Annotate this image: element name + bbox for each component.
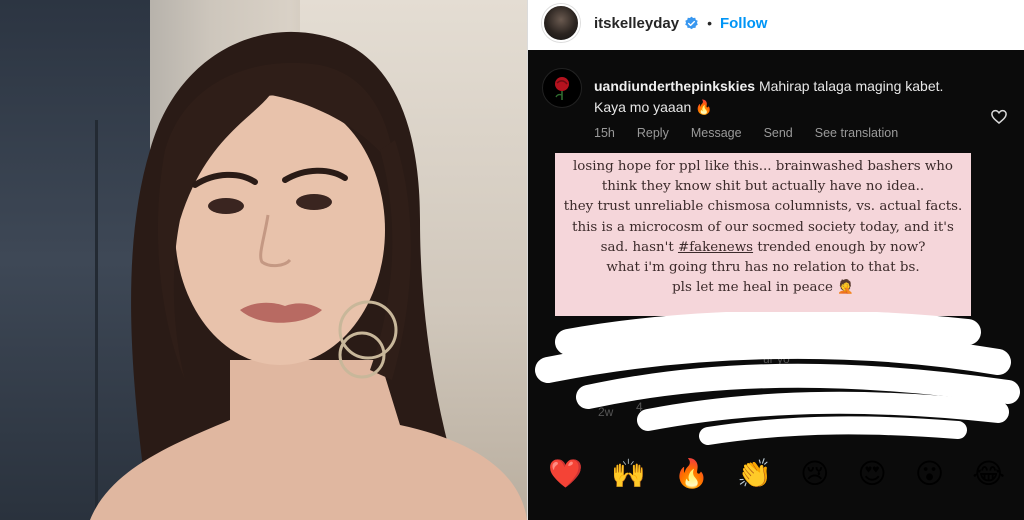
commenter-avatar[interactable] — [542, 68, 582, 108]
comment-meta: 15h Reply Message Send See translation — [594, 126, 898, 140]
caption-line-5: sad. hasn't #fakenews trended enough by … — [561, 238, 965, 258]
profile-username[interactable]: itskelleyday — [594, 15, 679, 32]
reaction-fire[interactable]: 🔥 — [674, 460, 709, 488]
reply-button[interactable]: Reply — [637, 126, 669, 140]
post-header: itskelleyday • Follow — [528, 0, 1024, 46]
verified-badge-icon — [685, 16, 698, 29]
post-panel: itskelleyday • Follow uandiunderthepinks… — [527, 0, 1024, 520]
header-separator: • — [707, 15, 712, 31]
story-screenshot: uandiunderthepinkskies Mahirap talaga ma… — [528, 50, 1024, 520]
commenter-username[interactable]: uandiunderthepinkskies — [594, 78, 755, 94]
caption-line-5a: sad. hasn't — [600, 239, 674, 255]
caption-line-7: pls let me heal in peace 🤦 — [672, 280, 854, 296]
rose-icon — [555, 77, 569, 100]
caption-line-2: think they know shit but actually have n… — [601, 179, 925, 195]
comment-time: 15h — [594, 126, 615, 140]
portrait-illustration — [90, 31, 527, 520]
reaction-clap[interactable]: 👏 — [737, 460, 772, 488]
reaction-heart-eyes[interactable]: 😍 — [857, 460, 886, 488]
reaction-cry[interactable]: 😢 — [800, 460, 829, 488]
reaction-laugh[interactable]: 😂 — [972, 460, 1005, 488]
fakenews-hashtag[interactable]: #fakenews — [678, 240, 753, 255]
caption-line-1: losing hope for ppl like this... brainwa… — [572, 159, 953, 174]
message-button[interactable]: Message — [691, 126, 742, 140]
story-caption-box: losing hope for ppl like this... brainwa… — [555, 153, 971, 316]
redaction-scribble — [535, 312, 1020, 445]
reaction-raised-hands[interactable]: 🙌 — [611, 460, 646, 488]
reaction-wow[interactable]: 😮 — [915, 460, 944, 488]
caption-line-6: what i'm going thru has no relation to t… — [606, 260, 920, 276]
caption-line-4: this is a microcosm of our socmed societ… — [572, 219, 954, 235]
heart-outline-icon[interactable] — [990, 108, 1008, 126]
reaction-heart[interactable]: ❤️ — [548, 460, 583, 488]
caption-line-5b: trended enough by now? — [757, 239, 926, 255]
comment-text: uandiunderthepinkskies Mahirap talaga ma… — [594, 76, 964, 118]
quick-reactions: ❤️ 🙌 🔥 👏 😢 😍 😮 😂 — [528, 448, 1024, 500]
profile-avatar[interactable] — [542, 4, 580, 42]
see-translation-button[interactable]: See translation — [815, 126, 898, 140]
caption-line-3: they trust unreliable chismosa columnist… — [563, 199, 963, 215]
send-button[interactable]: Send — [764, 126, 793, 140]
profile-photo — [0, 0, 527, 520]
follow-button[interactable]: Follow — [720, 15, 768, 32]
